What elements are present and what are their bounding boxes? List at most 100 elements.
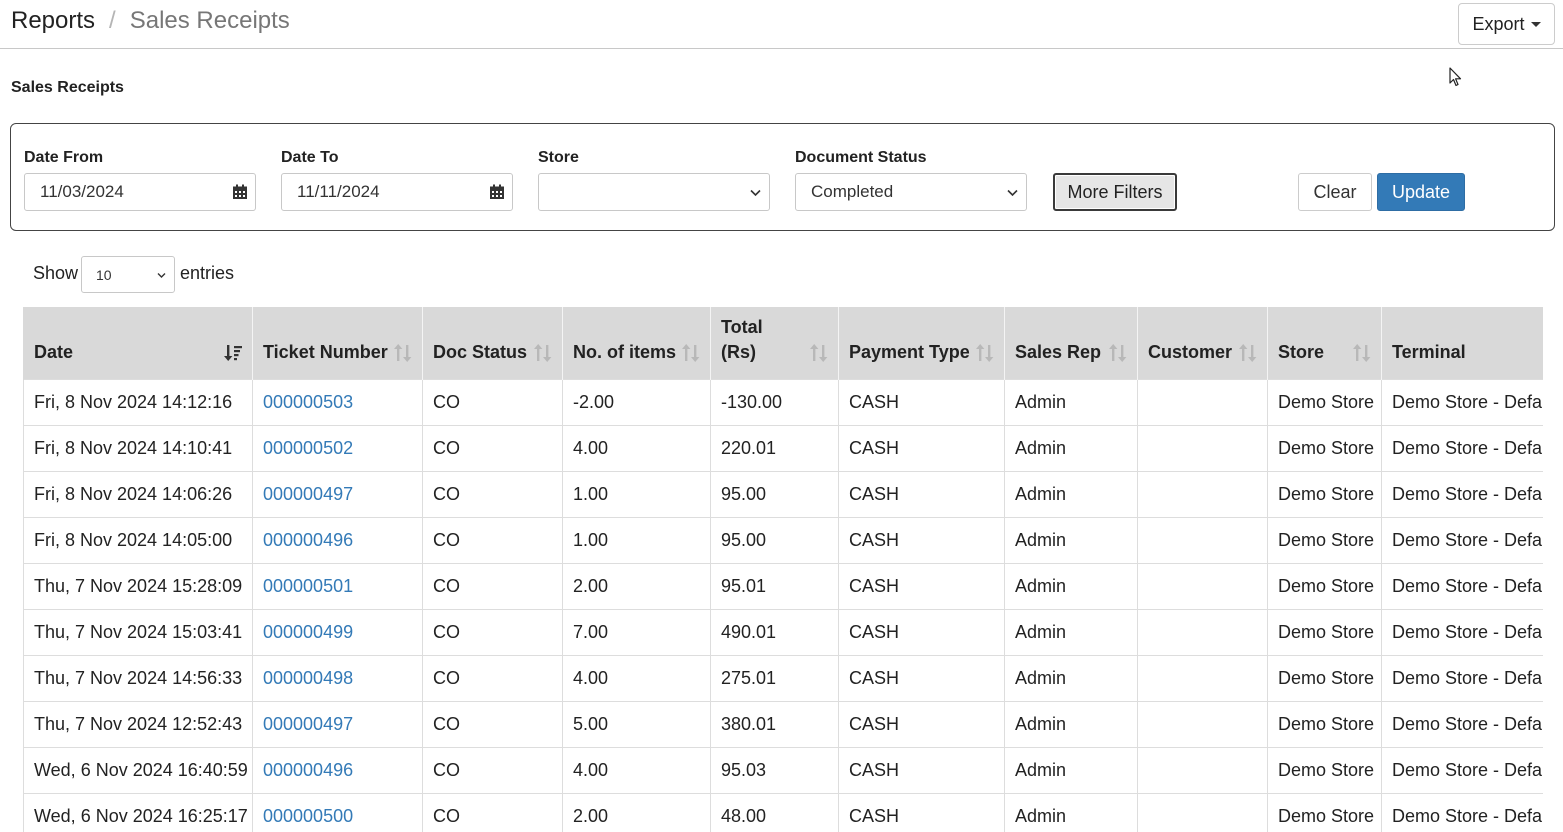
- cell-payment-type: CASH: [838, 792, 1005, 832]
- cell-date: Fri, 8 Nov 2024 14:10:41: [23, 424, 253, 471]
- entries-value: 10: [96, 266, 112, 283]
- ticket-number-link[interactable]: 000000497: [263, 714, 353, 734]
- cell-date: Fri, 8 Nov 2024 14:12:16: [23, 378, 253, 425]
- breadcrumb-reports[interactable]: Reports: [11, 7, 95, 34]
- cell-sales-rep: Admin: [1004, 516, 1138, 563]
- sort-icon: [1239, 343, 1257, 362]
- document-status-label: Document Status: [795, 149, 927, 166]
- header-total-label: Total: [721, 316, 763, 337]
- update-button[interactable]: Update: [1377, 173, 1465, 211]
- table-row[interactable]: Thu, 7 Nov 2024 15:28:09 000000501 CO 2.00 9…: [23, 562, 1543, 609]
- breadcrumb-current: Sales Receipts: [129, 7, 290, 34]
- cell-total: 95.03: [710, 746, 839, 793]
- cell-customer: [1137, 746, 1268, 793]
- header-ticket-number[interactable]: Ticket Number: [252, 307, 423, 379]
- table-row[interactable]: Fri, 8 Nov 2024 14:06:26 000000497 CO 1.00 9…: [23, 470, 1543, 517]
- header-terminal[interactable]: Terminal: [1381, 307, 1543, 379]
- header-no-of-items[interactable]: No. of items: [562, 307, 711, 379]
- ticket-number-link[interactable]: 000000502: [263, 438, 353, 458]
- breadcrumb: Reports / Sales Receipts: [11, 7, 290, 35]
- ticket-number-link[interactable]: 000000500: [263, 806, 353, 826]
- table-row[interactable]: Thu, 7 Nov 2024 12:52:43 000000497 CO 5.00 3…: [23, 700, 1543, 747]
- ticket-number-link[interactable]: 000000498: [263, 668, 353, 688]
- top-bar: Reports / Sales Receipts Export: [0, 0, 1563, 49]
- cell-no-of-items: 7.00: [562, 608, 711, 655]
- cell-customer: [1137, 378, 1268, 425]
- cell-total: 95.00: [710, 470, 839, 517]
- cell-total: -130.00: [710, 378, 839, 425]
- sort-icon: [1353, 343, 1371, 362]
- entries-select[interactable]: 10: [81, 256, 175, 293]
- ticket-number-link[interactable]: 000000497: [263, 484, 353, 504]
- cell-terminal: Demo Store - Default: [1381, 378, 1543, 425]
- export-label: Export: [1472, 13, 1525, 34]
- cell-doc-status: CO: [422, 516, 563, 563]
- cell-no-of-items: 4.00: [562, 654, 711, 701]
- calendar-icon[interactable]: [489, 184, 505, 200]
- table-row[interactable]: Fri, 8 Nov 2024 14:05:00 000000496 CO 1.00 9…: [23, 516, 1543, 563]
- cell-sales-rep: Admin: [1004, 792, 1138, 832]
- cell-terminal: Demo Store - Default: [1381, 654, 1543, 701]
- cell-terminal: Demo Store - Default: [1381, 562, 1543, 609]
- mouse-cursor-icon: [1449, 67, 1462, 87]
- cell-total: 95.01: [710, 562, 839, 609]
- ticket-number-link[interactable]: 000000501: [263, 576, 353, 596]
- cell-sales-rep: Admin: [1004, 378, 1138, 425]
- document-status-value: Completed: [811, 182, 894, 201]
- chevron-down-icon: [1007, 189, 1018, 197]
- header-sales-rep[interactable]: Sales Rep: [1004, 307, 1138, 379]
- calendar-icon[interactable]: [232, 184, 248, 200]
- ticket-number-link[interactable]: 000000503: [263, 392, 353, 412]
- date-to-input[interactable]: 11/11/2024: [281, 173, 513, 211]
- cell-sales-rep: Admin: [1004, 562, 1138, 609]
- cell-no-of-items: 2.00: [562, 562, 711, 609]
- header-customer[interactable]: Customer: [1137, 307, 1268, 379]
- cell-payment-type: CASH: [838, 608, 1005, 655]
- cell-date: Wed, 6 Nov 2024 16:25:17: [23, 792, 253, 832]
- cell-store: Demo Store: [1267, 700, 1382, 747]
- store-select[interactable]: [538, 173, 770, 211]
- cell-terminal: Demo Store - Default: [1381, 700, 1543, 747]
- sort-desc-icon: [224, 344, 242, 361]
- ticket-number-link[interactable]: 000000499: [263, 622, 353, 642]
- header-store[interactable]: Store: [1267, 307, 1382, 379]
- page-subtitle: Sales Receipts: [11, 79, 124, 96]
- table-row[interactable]: Wed, 6 Nov 2024 16:40:59 000000496 CO 4.00 9…: [23, 746, 1543, 793]
- cell-date: Thu, 7 Nov 2024 14:56:33: [23, 654, 253, 701]
- header-total[interactable]: Total (Rs): [710, 307, 839, 379]
- table-row[interactable]: Thu, 7 Nov 2024 15:03:41 000000499 CO 7.00 4…: [23, 608, 1543, 655]
- header-doc-status[interactable]: Doc Status: [422, 307, 563, 379]
- cell-total: 95.00: [710, 516, 839, 563]
- table-row[interactable]: Fri, 8 Nov 2024 14:10:41 000000502 CO 4.00 2…: [23, 424, 1543, 471]
- store-label: Store: [538, 149, 579, 166]
- table-row[interactable]: Thu, 7 Nov 2024 14:56:33 000000498 CO 4.00 2…: [23, 654, 1543, 701]
- cell-customer: [1137, 700, 1268, 747]
- document-status-select[interactable]: Completed: [795, 173, 1027, 211]
- cell-date: Fri, 8 Nov 2024 14:06:26: [23, 470, 253, 517]
- date-to-label: Date To: [281, 149, 339, 166]
- cell-doc-status: CO: [422, 608, 563, 655]
- cell-total: 490.01: [710, 608, 839, 655]
- cell-terminal: Demo Store - Default: [1381, 792, 1543, 832]
- cell-date: Thu, 7 Nov 2024 12:52:43: [23, 700, 253, 747]
- sort-icon: [810, 343, 828, 362]
- cell-no-of-items: 1.00: [562, 516, 711, 563]
- header-date[interactable]: Date: [23, 307, 253, 379]
- cell-store: Demo Store: [1267, 378, 1382, 425]
- more-filters-button[interactable]: More Filters: [1053, 173, 1177, 211]
- table-row[interactable]: Wed, 6 Nov 2024 16:25:17 000000500 CO 2.00 4…: [23, 792, 1543, 832]
- cell-sales-rep: Admin: [1004, 608, 1138, 655]
- cell-doc-status: CO: [422, 470, 563, 517]
- header-payment-type[interactable]: Payment Type: [838, 307, 1005, 379]
- caret-down-icon: [1530, 21, 1541, 27]
- ticket-number-link[interactable]: 000000496: [263, 530, 353, 550]
- date-from-input[interactable]: 11/03/2024: [24, 173, 256, 211]
- export-button[interactable]: Export: [1458, 3, 1555, 45]
- ticket-number-link[interactable]: 000000496: [263, 760, 353, 780]
- clear-button[interactable]: Clear: [1298, 173, 1372, 211]
- cell-sales-rep: Admin: [1004, 654, 1138, 701]
- cell-no-of-items: 4.00: [562, 424, 711, 471]
- table-row[interactable]: Fri, 8 Nov 2024 14:12:16 000000503 CO -2.00…: [23, 378, 1543, 425]
- cell-ticket-number: 000000499: [252, 608, 423, 655]
- header-store-label: Store: [1278, 341, 1325, 362]
